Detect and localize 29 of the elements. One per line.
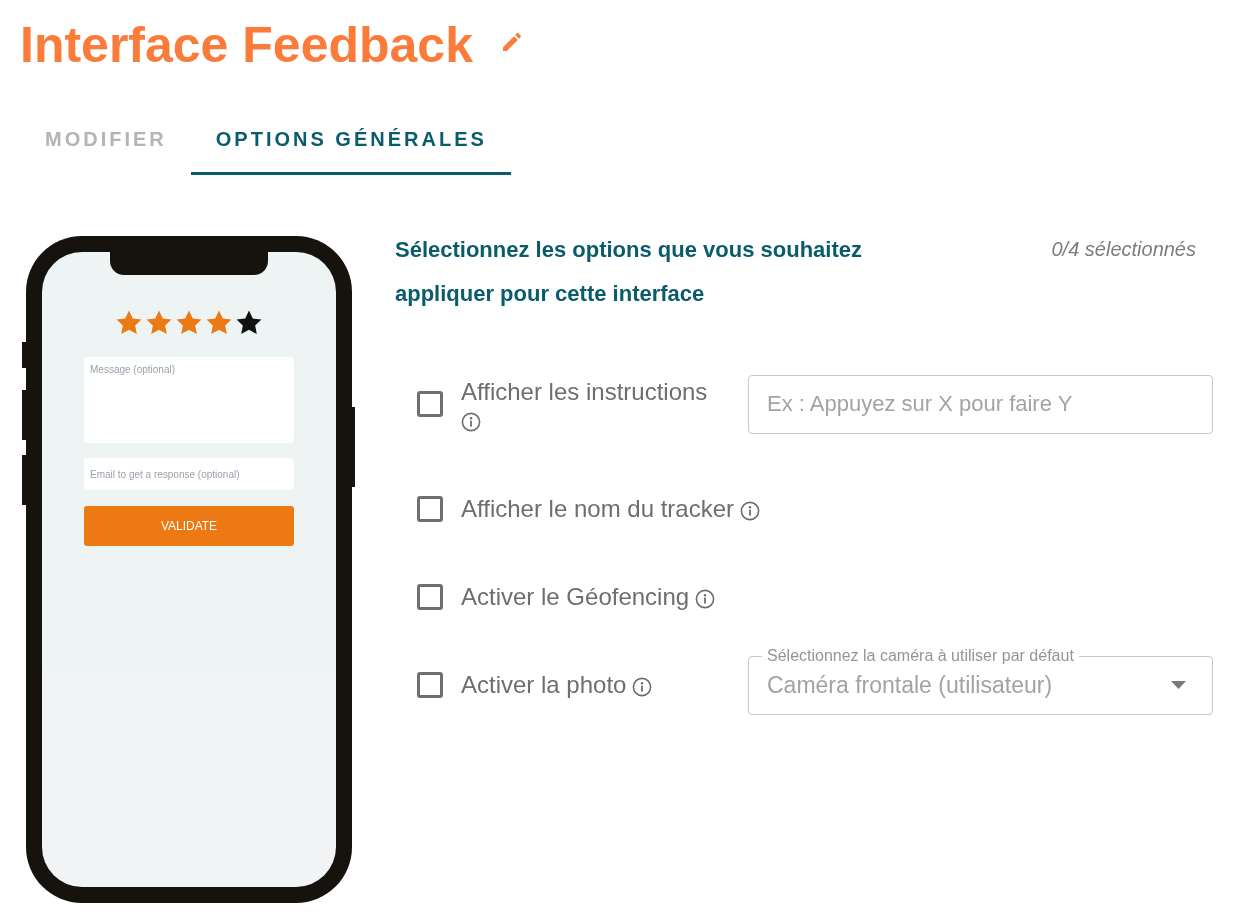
star-icon[interactable] bbox=[236, 310, 262, 335]
star-icon[interactable] bbox=[206, 310, 232, 335]
option-label: Afficher les instructions bbox=[461, 376, 708, 407]
pencil-icon[interactable] bbox=[503, 33, 521, 51]
star-icon[interactable] bbox=[146, 310, 172, 335]
option-label: Activer la photo bbox=[461, 670, 627, 700]
star-icon[interactable] bbox=[116, 310, 142, 335]
tab[interactable]: OPTIONS GÉNÉRALES bbox=[190, 107, 511, 175]
info-icon[interactable] bbox=[461, 411, 481, 432]
options-heading: Sélectionnez les options que vous souhaitez appliquer pour cette interface bbox=[395, 236, 863, 308]
validate-button[interactable]: VALIDATE bbox=[84, 506, 294, 546]
tab[interactable]: MODIFIER bbox=[20, 107, 191, 175]
instructions-field[interactable]: Ex : Appuyez sur X pour faire Y bbox=[748, 374, 1213, 434]
select-value: Caméra frontale (utilisateur) bbox=[767, 671, 1054, 699]
page-title: Interface Feedback bbox=[20, 16, 473, 75]
email-field[interactable]: Email to get a response (optional) bbox=[84, 458, 294, 490]
checkbox[interactable] bbox=[417, 584, 443, 610]
checkbox[interactable] bbox=[417, 496, 443, 522]
star-rating[interactable] bbox=[116, 310, 262, 335]
checkbox[interactable] bbox=[417, 672, 443, 698]
info-icon[interactable] bbox=[695, 588, 716, 609]
message-field[interactable]: Message (optional) bbox=[84, 357, 294, 443]
selection-counter: 0/4 sélectionnés bbox=[1051, 238, 1196, 261]
info-icon[interactable] bbox=[632, 676, 653, 697]
option-label: Afficher le nom du tracker bbox=[461, 494, 734, 524]
option-label: Activer le Géofencing bbox=[461, 582, 690, 612]
star-icon[interactable] bbox=[176, 310, 202, 335]
info-icon[interactable] bbox=[740, 500, 760, 521]
checkbox[interactable] bbox=[417, 391, 443, 417]
